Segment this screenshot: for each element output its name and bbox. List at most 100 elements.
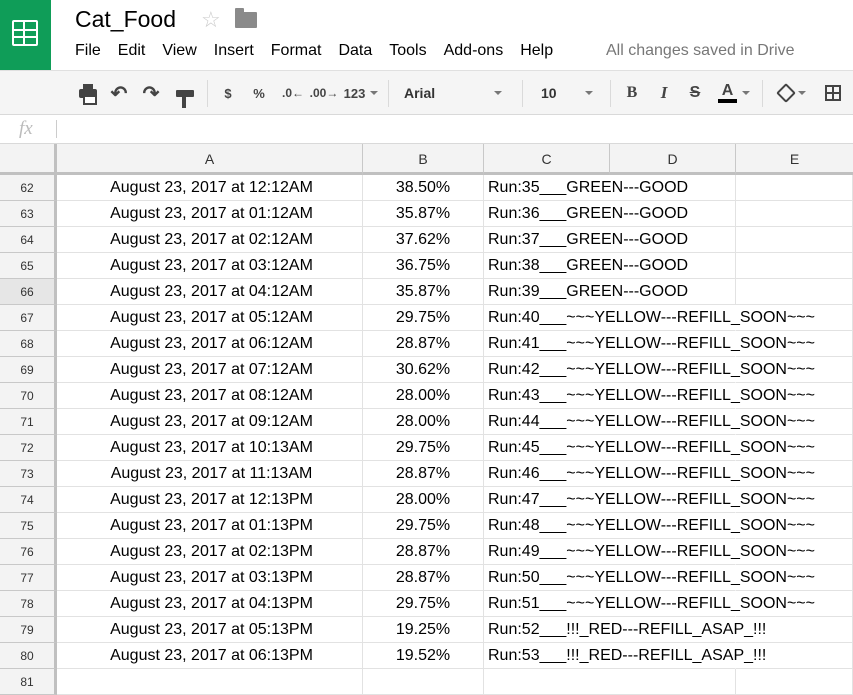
menu-format[interactable]: Format [271,42,322,62]
cell-timestamp[interactable]: August 23, 2017 at 06:12AM [57,331,363,357]
cell-timestamp[interactable]: August 23, 2017 at 03:12AM [57,253,363,279]
folder-icon[interactable] [235,8,257,28]
cell-empty[interactable] [736,175,853,201]
row-header[interactable]: 62 [0,175,57,201]
menu-insert[interactable]: Insert [214,42,254,62]
increase-decimal-button[interactable]: .00→ [310,81,339,105]
select-all-corner[interactable] [0,144,57,175]
cell-status[interactable]: Run:46___~~~YELLOW---REFILL_SOON~~~ [484,461,815,487]
cell-status[interactable] [484,669,610,695]
cell-percentage[interactable]: 29.75% [363,305,484,331]
row-header[interactable]: 72 [0,435,57,461]
cell-percentage[interactable]: 28.00% [363,409,484,435]
cell-status[interactable]: Run:47___~~~YELLOW---REFILL_SOON~~~ [484,487,815,513]
cell-timestamp[interactable]: August 23, 2017 at 04:12AM [57,279,363,305]
cell-percentage[interactable]: 19.52% [363,643,484,669]
cell-timestamp[interactable]: August 23, 2017 at 12:13PM [57,487,363,513]
cell-timestamp[interactable] [57,669,363,695]
cell-status[interactable]: Run:44___~~~YELLOW---REFILL_SOON~~~ [484,409,815,435]
row-header[interactable]: 77 [0,565,57,591]
cell-percentage[interactable] [363,669,484,695]
cell-status[interactable]: Run:42___~~~YELLOW---REFILL_SOON~~~ [484,357,815,383]
cell-status[interactable]: Run:35___GREEN---GOOD [484,175,688,201]
cell-timestamp[interactable]: August 23, 2017 at 01:12AM [57,201,363,227]
column-header-b[interactable]: B [363,144,484,175]
cell-timestamp[interactable]: August 23, 2017 at 09:12AM [57,409,363,435]
cell-percentage[interactable]: 37.62% [363,227,484,253]
cell-percentage[interactable]: 35.87% [363,279,484,305]
cell-percentage[interactable]: 38.50% [363,175,484,201]
cell-percentage[interactable]: 35.87% [363,201,484,227]
text-color-button[interactable]: A [714,81,754,105]
cell-percentage[interactable]: 29.75% [363,435,484,461]
cell-timestamp[interactable]: August 23, 2017 at 03:13PM [57,565,363,591]
cell-status[interactable]: Run:39___GREEN---GOOD [484,279,688,305]
cell-percentage[interactable]: 28.87% [363,461,484,487]
decrease-decimal-button[interactable]: .0← [281,81,305,105]
row-header[interactable]: 69 [0,357,57,383]
cell-status[interactable]: Run:38___GREEN---GOOD [484,253,688,279]
menu-edit[interactable]: Edit [118,42,146,62]
column-header-d[interactable]: D [610,144,736,175]
row-header[interactable]: 80 [0,643,57,669]
star-icon[interactable]: ☆ [201,7,221,33]
row-header[interactable]: 70 [0,383,57,409]
font-family-select[interactable]: Arial [392,81,514,105]
cell-timestamp[interactable]: August 23, 2017 at 08:12AM [57,383,363,409]
document-title[interactable]: Cat_Food [75,6,176,33]
cell-empty[interactable] [736,279,853,305]
menu-view[interactable]: View [162,42,196,62]
print-icon[interactable] [78,81,98,105]
row-header[interactable]: 74 [0,487,57,513]
font-size-select[interactable]: 10 [531,81,603,105]
menu-data[interactable]: Data [338,42,372,62]
undo-icon[interactable]: ↶ [108,81,130,105]
percent-format-button[interactable]: % [251,81,267,105]
row-header[interactable]: 65 [0,253,57,279]
cell-status[interactable]: Run:50___~~~YELLOW---REFILL_SOON~~~ [484,565,815,591]
cell-empty[interactable] [736,669,853,695]
sheets-logo-icon[interactable] [0,0,51,70]
row-header[interactable]: 79 [0,617,57,643]
cell-status[interactable]: Run:36___GREEN---GOOD [484,201,688,227]
cell-percentage[interactable]: 30.62% [363,357,484,383]
cell-percentage[interactable]: 29.75% [363,591,484,617]
cell-percentage[interactable]: 28.00% [363,383,484,409]
cell-timestamp[interactable]: August 23, 2017 at 12:12AM [57,175,363,201]
cell-percentage[interactable]: 36.75% [363,253,484,279]
menu-help[interactable]: Help [520,42,553,62]
column-header-a[interactable]: A [57,144,363,175]
cell-timestamp[interactable]: August 23, 2017 at 06:13PM [57,643,363,669]
cell-timestamp[interactable]: August 23, 2017 at 04:13PM [57,591,363,617]
cell-status[interactable]: Run:43___~~~YELLOW---REFILL_SOON~~~ [484,383,815,409]
menu-file[interactable]: File [75,42,101,62]
row-header[interactable]: 75 [0,513,57,539]
cell-status[interactable]: Run:52___!!!_RED---REFILL_ASAP_!!! [484,617,766,643]
row-header[interactable]: 76 [0,539,57,565]
fill-color-button[interactable] [772,81,812,105]
row-header[interactable]: 66 [0,279,57,305]
menu-add-ons[interactable]: Add-ons [444,42,504,62]
cell-timestamp[interactable]: August 23, 2017 at 11:13AM [57,461,363,487]
cell-status[interactable]: Run:48___~~~YELLOW---REFILL_SOON~~~ [484,513,815,539]
cell-timestamp[interactable]: August 23, 2017 at 10:13AM [57,435,363,461]
borders-button[interactable] [818,81,848,105]
row-header[interactable]: 71 [0,409,57,435]
formula-input[interactable] [64,119,844,139]
row-header[interactable]: 81 [0,669,57,695]
cell-timestamp[interactable]: August 23, 2017 at 01:13PM [57,513,363,539]
row-header[interactable]: 68 [0,331,57,357]
menu-tools[interactable]: Tools [389,42,426,62]
paint-format-icon[interactable] [175,81,195,108]
strikethrough-button[interactable]: S [684,81,706,105]
row-header[interactable]: 78 [0,591,57,617]
row-header[interactable]: 64 [0,227,57,253]
column-header-c[interactable]: C [484,144,610,175]
cell-percentage[interactable]: 28.87% [363,331,484,357]
cell-status[interactable]: Run:40___~~~YELLOW---REFILL_SOON~~~ [484,305,815,331]
cell-percentage[interactable]: 19.25% [363,617,484,643]
cell-percentage[interactable]: 28.87% [363,539,484,565]
bold-button[interactable]: B [621,81,643,105]
cell-status[interactable]: Run:37___GREEN---GOOD [484,227,688,253]
cell-timestamp[interactable]: August 23, 2017 at 05:13PM [57,617,363,643]
